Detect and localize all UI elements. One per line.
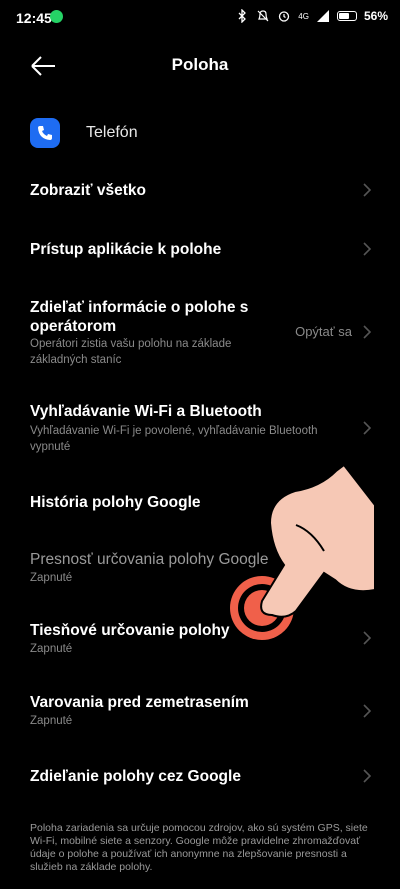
row-label: História polohy Google: [30, 494, 201, 511]
row-earthquake-alerts[interactable]: Varovania pred zemetrasením Zapnuté: [0, 684, 400, 734]
row-label: Tiesňové určovanie polohy: [30, 622, 230, 639]
chevron-right-icon: [363, 631, 372, 645]
chevron-right-icon: [363, 242, 372, 256]
row-google-location-accuracy[interactable]: Presnosť určovania polohy Google Zapnuté: [0, 541, 400, 591]
signal-icon: [316, 10, 329, 22]
page-title: Poloha: [171, 55, 229, 74]
footer-note: Poloha zariadenia sa určuje pomocou zdro…: [30, 822, 368, 873]
row-show-all[interactable]: Zobraziť všetko: [0, 172, 400, 208]
chevron-right-icon: [363, 325, 372, 339]
network-type: 4G: [298, 11, 309, 21]
chevron-right-icon: [363, 183, 372, 197]
row-subtitle: Zapnuté: [30, 715, 73, 727]
chevron-right-icon: [363, 769, 372, 783]
row-label: Vyhľadávanie Wi-Fi a Bluetooth: [30, 403, 262, 420]
row-label: Prístup aplikácie k polohe: [30, 241, 222, 258]
row-google-location-sharing[interactable]: Zdieľanie polohy cez Google: [0, 758, 400, 794]
status-bar: 12:45 4G 56%: [0, 0, 400, 34]
row-label: Zdieľanie polohy cez Google: [30, 768, 241, 785]
row-subtitle: Vyhľadávanie Wi-Fi je povolené, vyhľadáv…: [30, 425, 318, 453]
row-share-with-operator[interactable]: Zdieľať informácie o polohe s operátorom…: [0, 290, 400, 370]
app-info: Telefón: [30, 116, 138, 150]
row-subtitle: Zapnuté: [30, 643, 73, 655]
row-value: Opýtať sa: [295, 324, 352, 339]
phone-icon: [30, 118, 60, 148]
row-subtitle: Operátori zistia vašu polohu na základe …: [30, 338, 232, 366]
row-subtitle: Zapnuté: [30, 572, 73, 584]
row-label: Zobraziť všetko: [30, 182, 146, 199]
battery-icon: [336, 11, 357, 21]
bluetooth-icon: [238, 9, 247, 23]
app-name: Telefón: [86, 124, 138, 141]
whatsapp-icon: [50, 10, 63, 23]
status-time: 12:45: [16, 10, 52, 26]
battery-percent: 56%: [363, 9, 388, 23]
chevron-right-icon: [363, 421, 372, 435]
chevron-right-icon: [363, 704, 372, 718]
alarm-icon: [279, 11, 290, 22]
row-emergency-location[interactable]: Tiesňové určovanie polohy Zapnuté: [0, 611, 400, 661]
mute-icon: [257, 10, 269, 22]
row-app-location-access[interactable]: Prístup aplikácie k polohe: [0, 231, 400, 267]
status-icons: 4G 56%: [235, 9, 388, 23]
app-bar: Poloha: [0, 44, 400, 88]
row-label: Zdieľať informácie o polohe s operátorom: [30, 299, 249, 335]
row-label: Presnosť určovania polohy Google: [30, 551, 269, 568]
row-wifi-bluetooth-scanning[interactable]: Vyhľadávanie Wi-Fi a Bluetooth Vyhľadáva…: [0, 394, 400, 458]
row-google-location-history[interactable]: História polohy Google: [0, 484, 400, 520]
row-label: Varovania pred zemetrasením: [30, 694, 249, 711]
